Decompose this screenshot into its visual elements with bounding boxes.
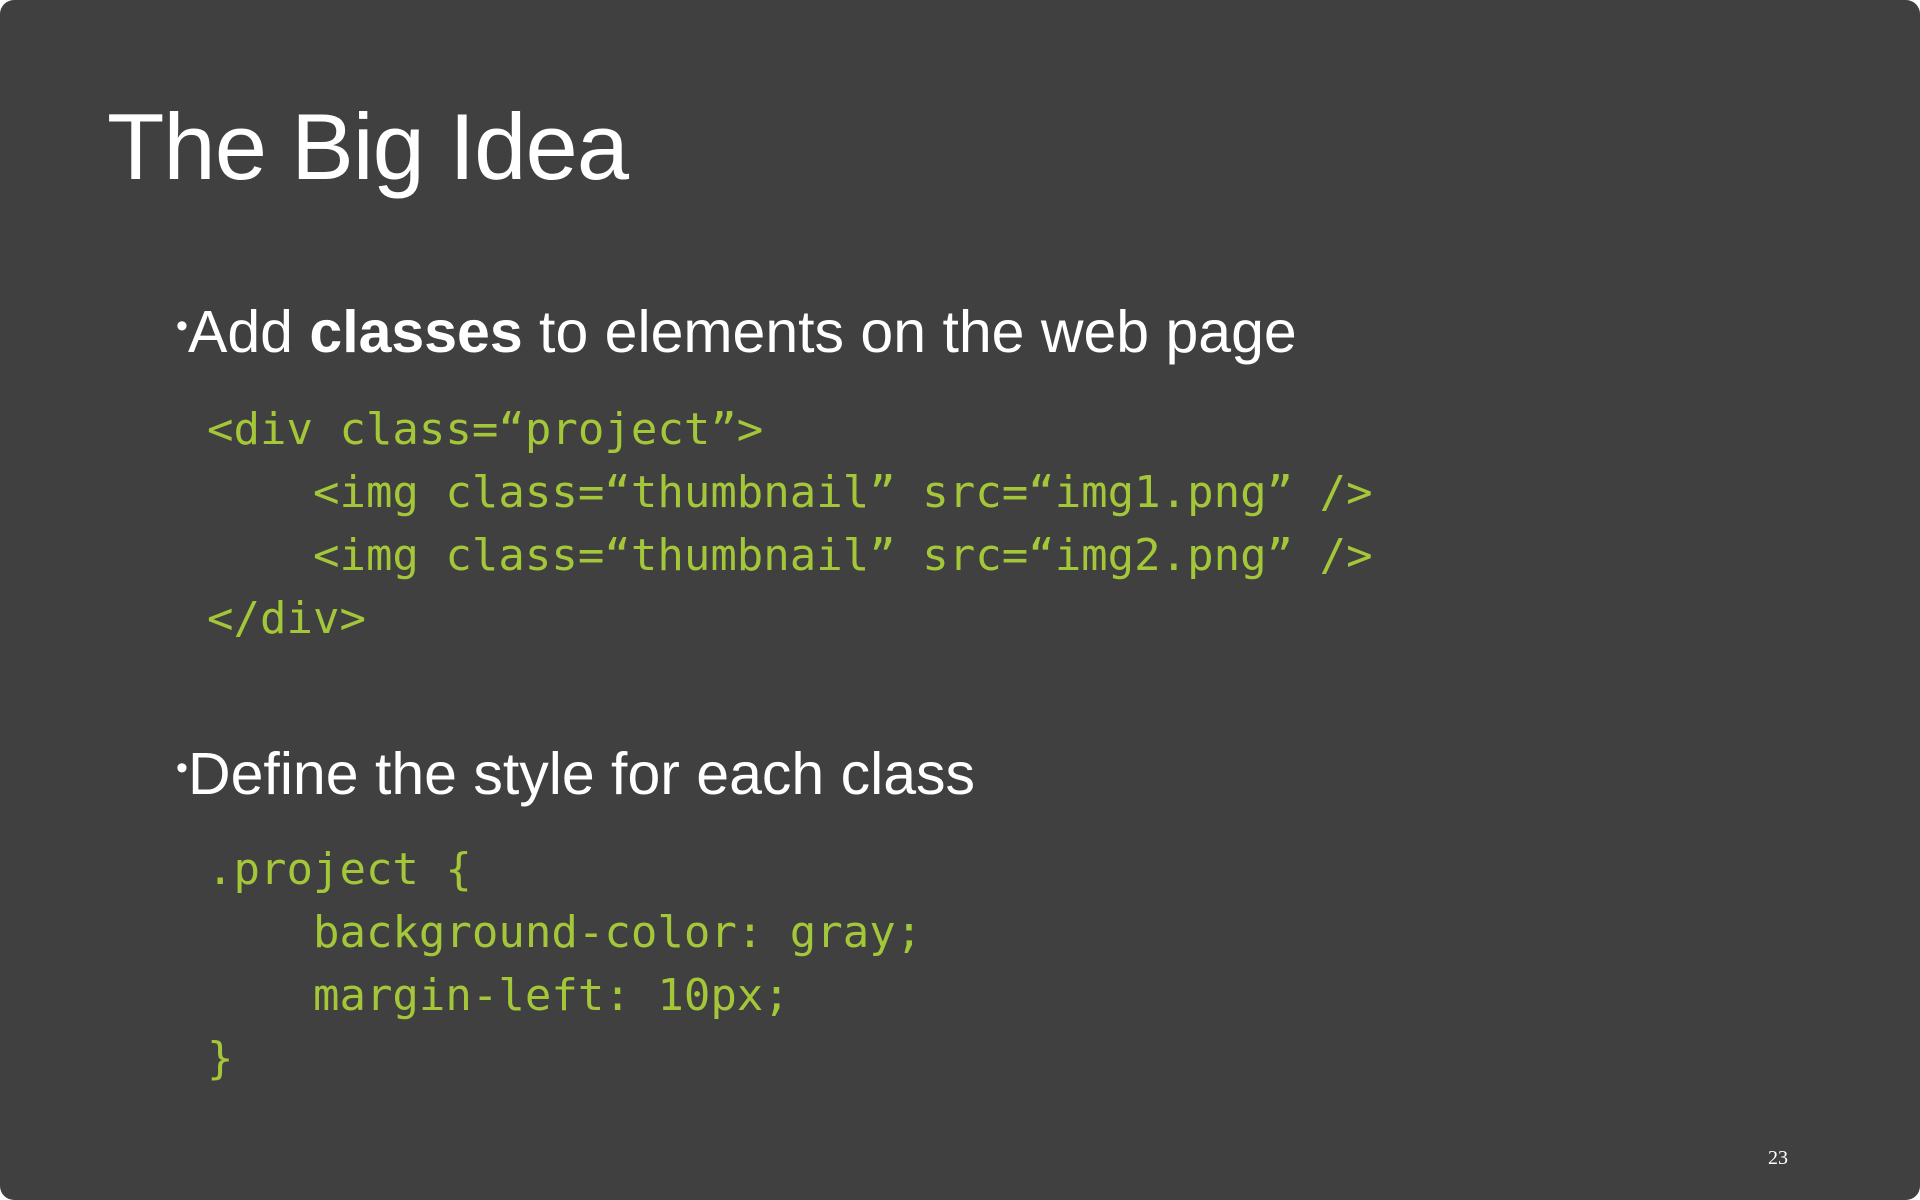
code-line: <img class=“thumbnail” src=“img1.png” /> [207, 467, 1373, 518]
css-code-block: .project { background-color: gray; margi… [207, 838, 922, 1090]
code-line: </div> [207, 593, 366, 644]
bullet-dot-icon: • [176, 749, 188, 787]
bullet-text-prefix: Add [188, 299, 310, 365]
bullet-text: Define the style for each class [188, 741, 976, 807]
bullet-text-suffix: to elements on the web page [522, 299, 1297, 365]
slide-title: The Big Idea [107, 94, 629, 199]
bullet-dot-icon: • [176, 307, 188, 345]
html-code-block: <div class=“project”> <img class=“thumbn… [207, 398, 1373, 650]
code-line: } [207, 1033, 234, 1084]
bullet-item: • Add classes to elements on the web page [176, 303, 1297, 362]
code-line: <img class=“thumbnail” src=“img2.png” /> [207, 530, 1373, 581]
bullet-text-emphasis: classes [309, 299, 523, 365]
code-line: margin-left: 10px; [207, 970, 790, 1021]
code-line: <div class=“project”> [207, 404, 764, 455]
bullet-item: • Define the style for each class [176, 745, 975, 804]
code-line: .project { [207, 844, 472, 895]
code-line: background-color: gray; [207, 907, 923, 958]
page-number: 23 [1768, 1147, 1788, 1169]
slide: The Big Idea • Add classes to elements on… [0, 0, 1920, 1200]
